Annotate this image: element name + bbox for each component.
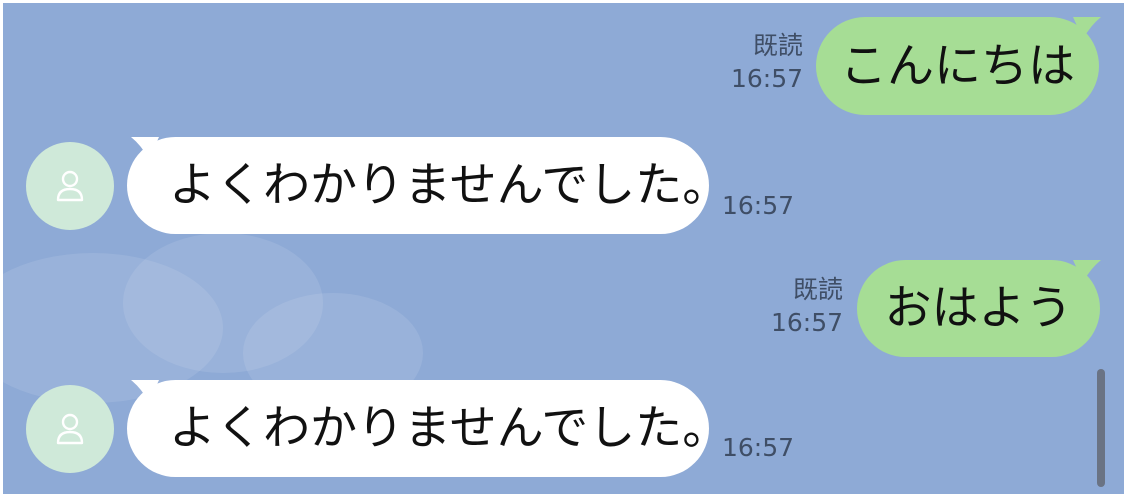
message-bubble[interactable]: おはよう	[857, 260, 1100, 357]
message-bubble[interactable]: よくわかりませんでした。	[127, 137, 729, 234]
avatar[interactable]	[26, 385, 114, 473]
bubble-tail	[1073, 260, 1101, 282]
read-receipt: 既読	[752, 31, 803, 60]
read-receipt: 既読	[792, 275, 843, 304]
avatar[interactable]	[26, 142, 114, 230]
message-time: 16:57	[722, 191, 795, 220]
message-meta: 既読 16:57	[755, 273, 843, 339]
message-text: よくわかりませんでした。	[169, 158, 730, 213]
message-text: おはよう	[884, 281, 1073, 336]
message-time: 16:57	[770, 308, 843, 337]
scrollbar[interactable]	[1097, 369, 1105, 487]
person-icon	[56, 170, 84, 202]
message-time: 16:57	[722, 433, 795, 462]
person-icon	[56, 413, 84, 445]
message-text: こんにちは	[840, 38, 1075, 94]
message-bubble[interactable]: こんにちは	[816, 17, 1099, 115]
message-time: 16:57	[730, 64, 803, 93]
message-text: よくわかりませんでした。	[169, 401, 730, 456]
message-bubble[interactable]: よくわかりませんでした。	[127, 380, 729, 477]
bubble-tail	[1073, 17, 1101, 39]
chat-area[interactable]: 既読 16:57 こんにちは よくわかりませんでした。 16:57 既読 16:	[3, 3, 1124, 494]
message-meta: 既読 16:57	[715, 29, 803, 95]
